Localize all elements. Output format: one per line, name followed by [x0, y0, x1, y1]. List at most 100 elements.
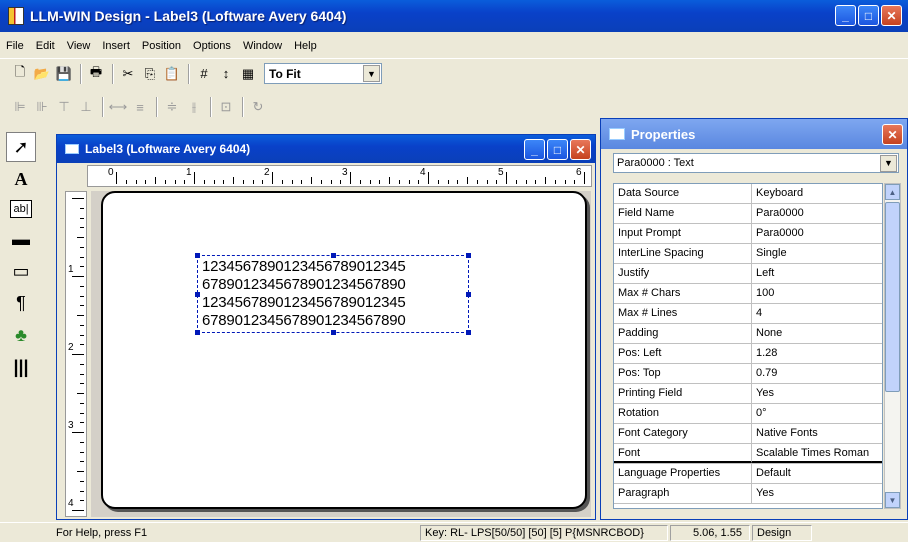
child-minimize-button[interactable]: _ [524, 139, 545, 160]
property-row[interactable]: Font Scalable Times Roman [614, 444, 882, 464]
snap-icon[interactable]: ↕ [216, 64, 236, 84]
property-row[interactable]: Pos: Top 0.79 [614, 364, 882, 384]
property-value[interactable]: 1.28 [752, 344, 882, 363]
resize-handle[interactable] [331, 330, 336, 335]
new-file-icon[interactable]: 🗋 [10, 64, 30, 84]
resize-handle[interactable] [466, 330, 471, 335]
property-value[interactable]: 0° [752, 404, 882, 423]
same-height-icon[interactable]: ≡ [130, 97, 150, 117]
property-value[interactable]: Yes [752, 384, 882, 403]
property-row[interactable]: InterLine Spacing Single [614, 244, 882, 264]
text-tool-icon[interactable]: A [6, 164, 36, 194]
menu-window[interactable]: Window [243, 40, 282, 52]
child-close-button[interactable]: ✕ [570, 139, 591, 160]
app-title-bar[interactable]: LLM-WIN Design - Label3 (Loftware Avery … [0, 0, 908, 32]
field-tool-icon[interactable]: ab| [10, 200, 32, 218]
menu-insert[interactable]: Insert [102, 40, 130, 52]
property-value[interactable]: Para0000 [752, 204, 882, 223]
property-value[interactable]: Para0000 [752, 224, 882, 243]
save-icon[interactable]: 💾 [54, 64, 74, 84]
property-row[interactable]: Field Name Para0000 [614, 204, 882, 224]
resize-handle[interactable] [195, 330, 200, 335]
object-selector[interactable]: Para0000 : Text ▼ [613, 153, 899, 173]
property-row[interactable]: Max # Lines 4 [614, 304, 882, 324]
property-value[interactable]: None [752, 324, 882, 343]
pointer-tool-icon[interactable]: ➚ [6, 132, 36, 162]
property-row[interactable]: Input Prompt Para0000 [614, 224, 882, 244]
line-tool-icon[interactable]: ▬ [6, 224, 36, 254]
label-surface[interactable]: 12345678901234567890123​45 6789012345678… [101, 191, 587, 509]
minimize-button[interactable]: _ [835, 5, 856, 26]
align-bottom-icon[interactable]: ⊥ [76, 97, 96, 117]
ruler-tick [564, 180, 566, 184]
menu-position[interactable]: Position [142, 40, 181, 52]
scroll-thumb[interactable] [885, 202, 900, 392]
preview-icon[interactable]: ▦ [238, 64, 258, 84]
menu-help[interactable]: Help [294, 40, 317, 52]
property-row[interactable]: Printing Field Yes [614, 384, 882, 404]
resize-handle[interactable] [466, 292, 471, 297]
menu-options[interactable]: Options [193, 40, 231, 52]
property-name: InterLine Spacing [614, 244, 752, 263]
property-value[interactable]: 100 [752, 284, 882, 303]
resize-handle[interactable] [195, 292, 200, 297]
paste-icon[interactable]: 📋 [162, 64, 182, 84]
chevron-down-icon[interactable]: ▼ [363, 65, 380, 82]
property-value[interactable]: Yes [752, 484, 882, 503]
resize-handle[interactable] [195, 253, 200, 258]
property-row[interactable]: Paragraph Yes [614, 484, 882, 504]
menu-file[interactable]: File [6, 40, 24, 52]
property-row[interactable]: Padding None [614, 324, 882, 344]
property-scrollbar[interactable]: ▲ ▼ [884, 183, 901, 509]
property-row[interactable]: Language Properties Default [614, 464, 882, 484]
property-value[interactable]: Keyboard [752, 184, 882, 203]
property-row[interactable]: Max # Chars 100 [614, 284, 882, 304]
scroll-down-icon[interactable]: ▼ [885, 492, 900, 508]
grid-icon[interactable]: # [194, 64, 214, 84]
rotate-icon[interactable]: ↻ [248, 97, 268, 117]
menu-view[interactable]: View [67, 40, 91, 52]
property-value[interactable]: Scalable Times Roman [752, 444, 882, 463]
property-value[interactable]: 0.79 [752, 364, 882, 383]
text-field-para0000[interactable]: 12345678901234567890123​45 6789012345678… [195, 253, 471, 335]
chevron-down-icon[interactable]: ▼ [880, 154, 897, 172]
property-value[interactable]: Native Fonts [752, 424, 882, 443]
center-vertical-icon[interactable]: ≑ [162, 97, 182, 117]
close-button[interactable]: ✕ [881, 5, 902, 26]
image-tool-icon[interactable]: ♣ [6, 320, 36, 350]
open-folder-icon[interactable]: 📂 [32, 64, 52, 84]
property-value[interactable]: Single [752, 244, 882, 263]
child-maximize-button[interactable]: □ [547, 139, 568, 160]
align-left-icon[interactable]: ⊫ [10, 97, 30, 117]
align-right-icon[interactable]: ⊪ [32, 97, 52, 117]
maximize-button[interactable]: □ [858, 5, 879, 26]
resize-handle[interactable] [466, 253, 471, 258]
child-title-bar[interactable]: Label3 (Loftware Avery 6404) _ □ ✕ [57, 135, 595, 163]
rectangle-tool-icon[interactable]: ▭ [6, 256, 36, 286]
property-name: Rotation [614, 404, 752, 423]
print-icon[interactable]: 🖶 [86, 64, 106, 84]
cut-icon[interactable]: ✂ [118, 64, 138, 84]
properties-title-bar[interactable]: Properties [601, 119, 907, 149]
menu-edit[interactable]: Edit [36, 40, 55, 52]
properties-close-button[interactable]: ✕ [882, 124, 903, 145]
center-horizontal-icon[interactable]: ⫲ [184, 97, 204, 117]
scroll-up-icon[interactable]: ▲ [885, 184, 900, 200]
property-row[interactable]: Justify Left [614, 264, 882, 284]
design-canvas[interactable]: 12345678901234567890123​45 6789012345678… [91, 191, 591, 517]
paragraph-tool-icon[interactable]: ¶ [6, 288, 36, 318]
property-value[interactable]: Default [752, 464, 882, 483]
property-row[interactable]: Font Category Native Fonts [614, 424, 882, 444]
barcode-tool-icon[interactable]: ||| [6, 352, 36, 382]
property-value[interactable]: 4 [752, 304, 882, 323]
same-width-icon[interactable]: ⟷ [108, 97, 128, 117]
property-row[interactable]: Rotation 0° [614, 404, 882, 424]
copy-icon[interactable]: ⎘ [140, 64, 160, 84]
group-icon[interactable]: ⊡ [216, 97, 236, 117]
property-row[interactable]: Pos: Left 1.28 [614, 344, 882, 364]
zoom-select[interactable]: To Fit ▼ [264, 63, 382, 84]
align-top-icon[interactable]: ⊤ [54, 97, 74, 117]
property-value[interactable]: Left [752, 264, 882, 283]
property-row[interactable]: Data Source Keyboard [614, 184, 882, 204]
resize-handle[interactable] [331, 253, 336, 258]
